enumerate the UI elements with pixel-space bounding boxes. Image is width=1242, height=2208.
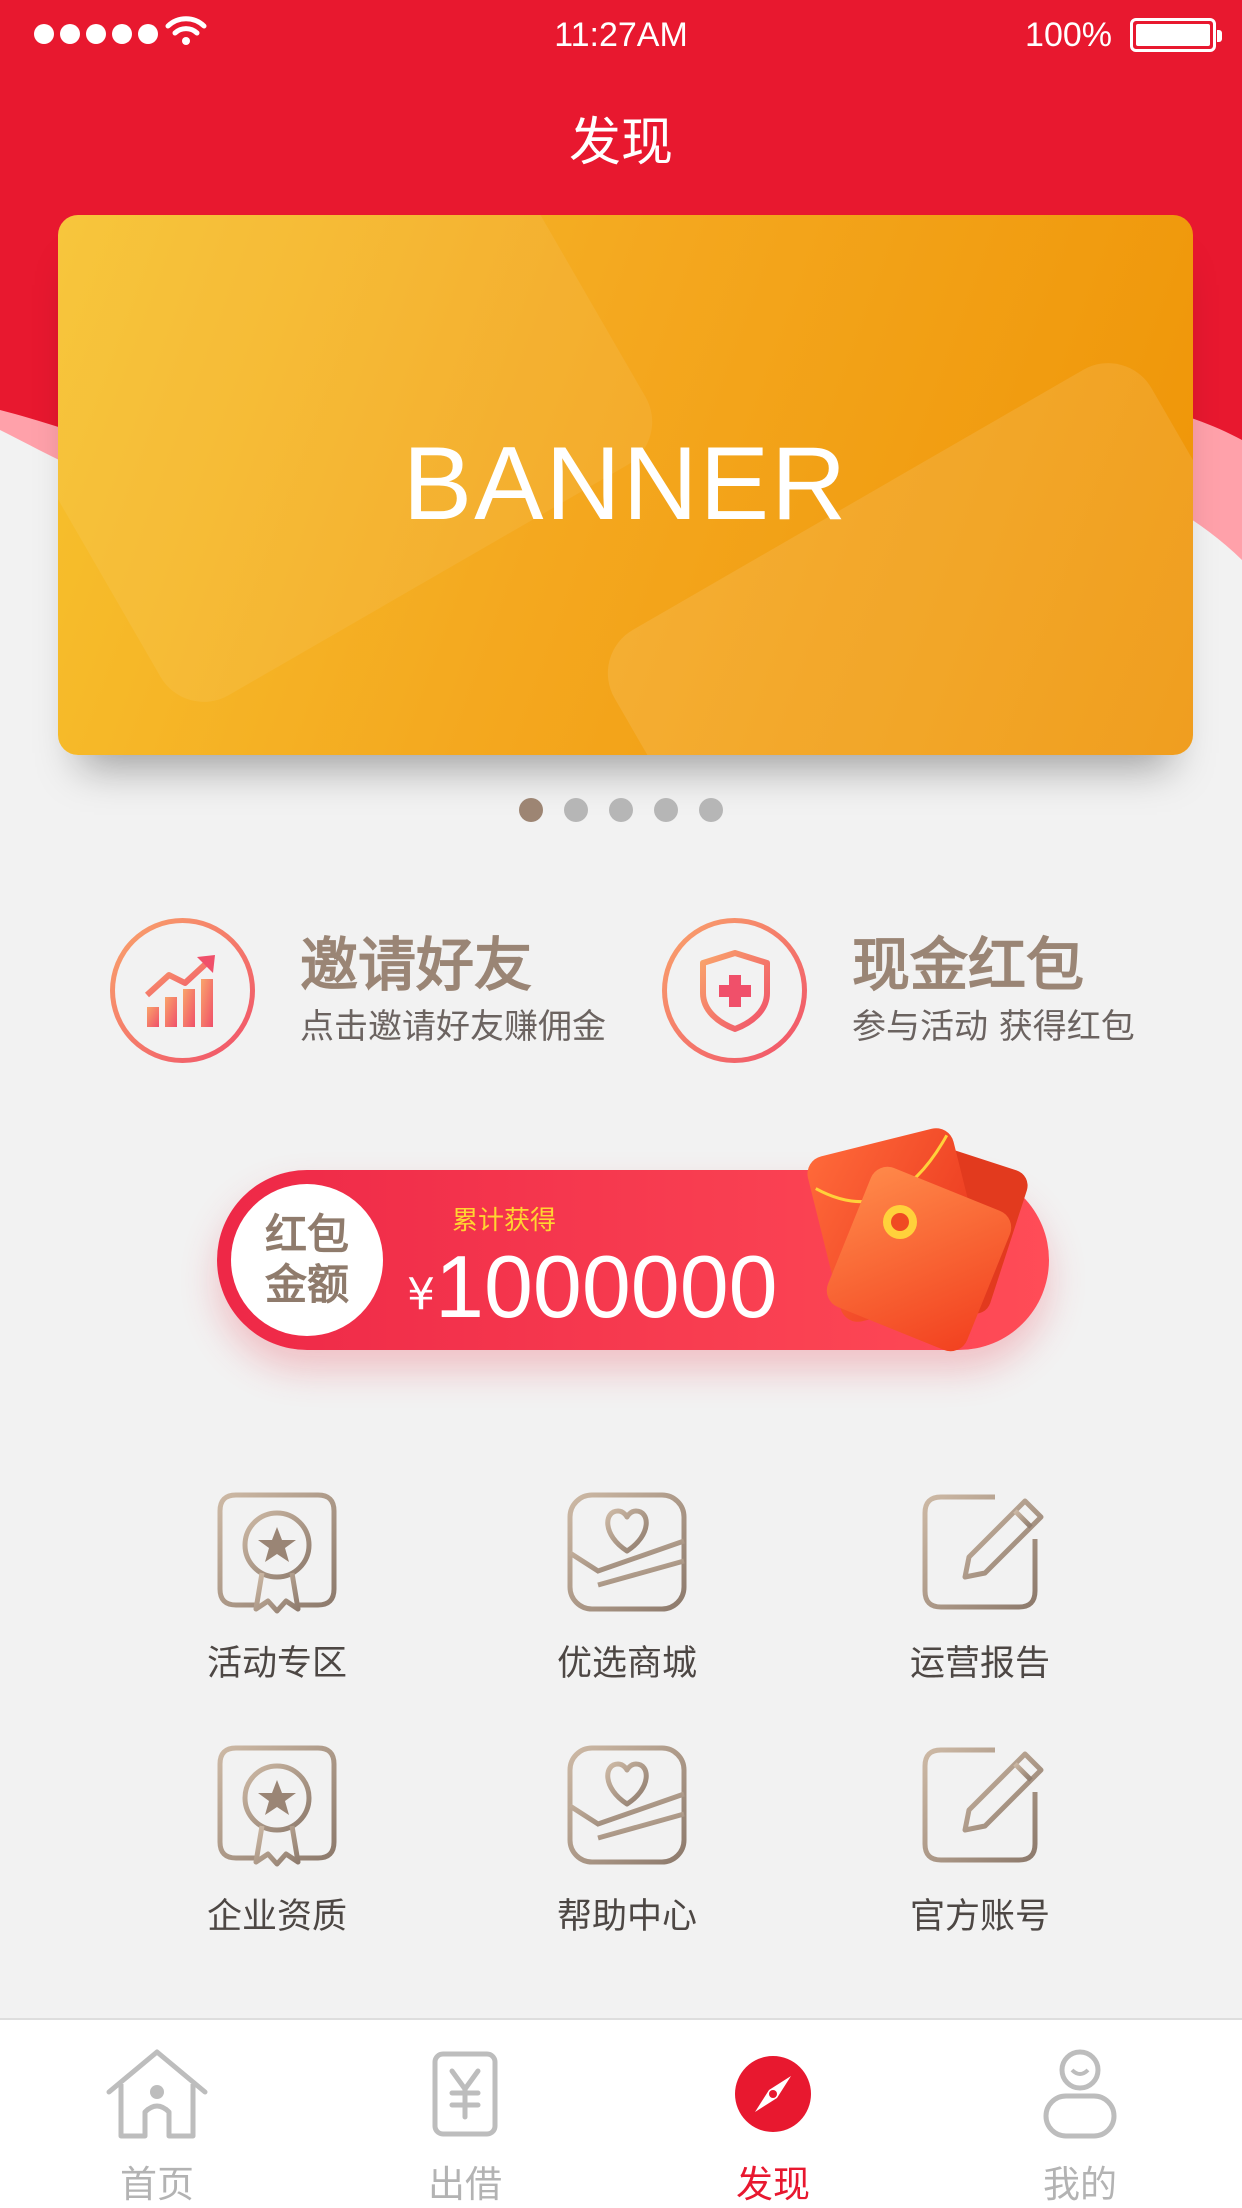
banner-label: BANNER xyxy=(402,426,849,542)
amount-number: 1000000 xyxy=(435,1237,778,1336)
red-envelope-icon xyxy=(807,1128,1028,1352)
tab-mine[interactable]: 我的 xyxy=(980,2044,1180,2208)
shield-cross-icon xyxy=(699,949,770,1032)
redpacket-icon-ring xyxy=(662,918,807,1063)
pager-dot[interactable] xyxy=(609,798,633,822)
grid-label: 运营报告 xyxy=(909,1644,1050,1684)
tab-label: 发现 xyxy=(736,2163,810,2206)
promo-banner[interactable]: BANNER xyxy=(58,215,1193,755)
battery-icon xyxy=(1130,18,1222,52)
grid-label: 官方账号 xyxy=(909,1897,1050,1937)
yuan-doc-icon xyxy=(432,2051,498,2137)
tab-discover[interactable]: 发现 xyxy=(673,2044,873,2208)
invite-icon-ring xyxy=(110,918,255,1063)
battery-percent: 100% xyxy=(1025,16,1112,54)
tab-lend[interactable]: 出借 xyxy=(365,2044,565,2208)
tab-label: 出借 xyxy=(428,2163,502,2206)
invite-title: 邀请好友 xyxy=(300,930,533,999)
home-icon xyxy=(106,2049,208,2139)
pager-dot[interactable] xyxy=(564,798,588,822)
badge-line: 金额 xyxy=(264,1260,349,1309)
pager-dot[interactable] xyxy=(699,798,723,822)
edit-icon xyxy=(922,1494,1044,1610)
badge-line: 红包 xyxy=(264,1210,349,1259)
grid-label: 活动专区 xyxy=(206,1644,347,1684)
user-icon xyxy=(1043,2049,1117,2139)
banner-pager xyxy=(0,798,1242,822)
redpacket-badge: 红包 金额 xyxy=(231,1184,383,1336)
redpacket-subtitle: 参与活动 获得红包 xyxy=(852,1006,1135,1047)
grid-item-qualification[interactable]: 企业资质 xyxy=(147,1740,407,1939)
medal-icon xyxy=(217,1745,337,1867)
amount-value: ¥1000000 xyxy=(407,1236,778,1338)
banner-decoration xyxy=(589,344,1193,755)
grid-label: 优选商城 xyxy=(556,1644,697,1684)
grid-item-official-account[interactable]: 官方账号 xyxy=(850,1740,1110,1939)
grid-item-help[interactable]: 帮助中心 xyxy=(497,1740,757,1939)
status-bar: 11:27AM 100% xyxy=(0,0,1242,72)
heart-envelope-icon xyxy=(567,1745,687,1865)
tab-bar: 首页 出借 发现 我的 xyxy=(0,2018,1242,2208)
pager-dot[interactable] xyxy=(654,798,678,822)
page-title: 发现 xyxy=(568,113,673,173)
grid-label: 企业资质 xyxy=(206,1897,347,1937)
currency-symbol: ¥ xyxy=(407,1269,435,1320)
invite-friends-entry[interactable]: 邀请好友 点击邀请好友赚佣金 xyxy=(110,918,606,1063)
amount-caption: 累计获得 xyxy=(452,1206,557,1236)
redpacket-amount-card[interactable]: 红包 金额 累计获得 ¥1000000 xyxy=(217,1128,1049,1352)
grid-label: 帮助中心 xyxy=(556,1897,697,1937)
grid-item-report[interactable]: 运营报告 xyxy=(850,1487,1110,1686)
tab-home[interactable]: 首页 xyxy=(57,2044,257,2208)
chart-up-icon xyxy=(144,954,215,1027)
medal-icon xyxy=(217,1492,337,1614)
compass-icon xyxy=(735,2056,811,2132)
grid-item-activity[interactable]: 活动专区 xyxy=(147,1487,407,1686)
tab-label: 我的 xyxy=(1043,2163,1117,2206)
invite-subtitle: 点击邀请好友赚佣金 xyxy=(300,1006,606,1047)
edit-icon xyxy=(922,1747,1044,1863)
pager-dot-active[interactable] xyxy=(519,798,543,822)
grid-item-mall[interactable]: 优选商城 xyxy=(497,1487,757,1686)
heart-envelope-icon xyxy=(567,1492,687,1612)
cash-redpacket-entry[interactable]: 现金红包 参与活动 获得红包 xyxy=(662,918,1135,1063)
redpacket-title: 现金红包 xyxy=(852,930,1085,999)
tab-label: 首页 xyxy=(120,2163,194,2206)
